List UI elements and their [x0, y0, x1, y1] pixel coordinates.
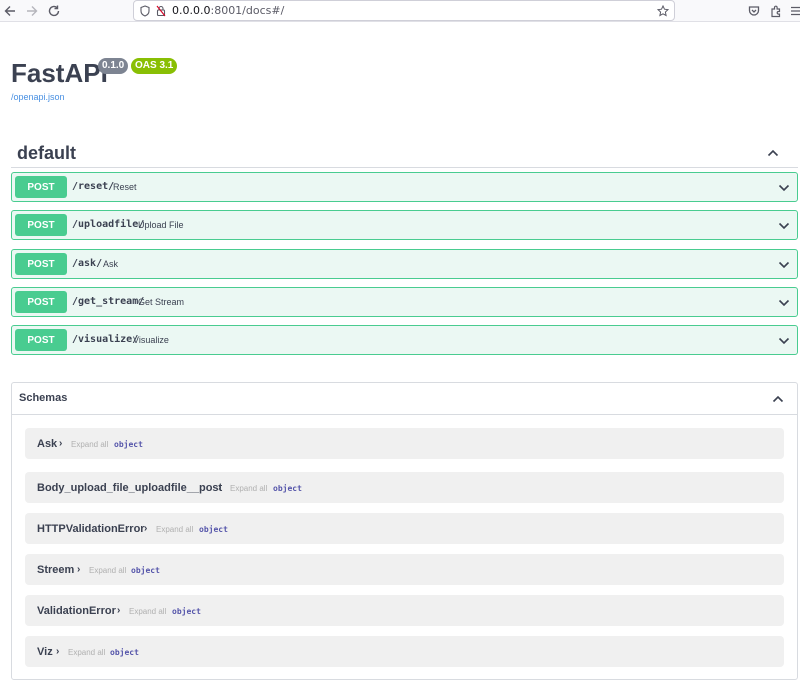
- url-host: 0.0.0.0: [172, 4, 211, 17]
- bookmark-star-icon[interactable]: [656, 4, 670, 18]
- operation-path: /uploadfile/: [72, 219, 145, 230]
- method-badge: POST: [15, 214, 67, 236]
- chevron-right-icon[interactable]: ›: [144, 523, 147, 534]
- chevron-right-icon[interactable]: ›: [59, 438, 62, 449]
- url-bar[interactable]: 0.0.0.0:8001/docs#/: [133, 0, 675, 21]
- operation-uploadfile[interactable]: POST /uploadfile/ Upload File: [11, 210, 798, 240]
- model-type: object: [273, 484, 302, 493]
- schemas-title: Schemas: [19, 392, 68, 404]
- model-viz[interactable]: Viz › Expand all object: [25, 636, 784, 667]
- model-name[interactable]: Viz: [37, 646, 53, 658]
- model-name[interactable]: Ask: [37, 438, 57, 450]
- operation-path: /reset/: [72, 181, 115, 192]
- expand-all-link[interactable]: Expand all: [156, 525, 193, 534]
- model-type: object: [131, 566, 160, 575]
- expand-all-link[interactable]: Expand all: [68, 648, 105, 657]
- model-type: object: [172, 607, 201, 616]
- tracking-shield-icon[interactable]: [138, 4, 152, 18]
- reload-icon[interactable]: [44, 1, 64, 21]
- chevron-right-icon[interactable]: ›: [218, 482, 221, 493]
- operation-summary: Upload File: [138, 220, 184, 230]
- method-badge: POST: [15, 329, 67, 351]
- expand-all-link[interactable]: Expand all: [129, 607, 166, 616]
- chevron-right-icon[interactable]: ›: [77, 564, 80, 575]
- model-name[interactable]: Streem: [37, 564, 74, 576]
- method-badge: POST: [15, 253, 67, 275]
- model-name[interactable]: ValidationError: [37, 605, 116, 617]
- chevron-down-icon[interactable]: [777, 181, 791, 195]
- operation-summary: Visualize: [133, 335, 169, 345]
- operation-summary: Reset: [113, 182, 137, 192]
- model-type: object: [110, 648, 139, 657]
- chevron-down-icon[interactable]: [777, 334, 791, 348]
- chevron-right-icon[interactable]: ›: [56, 646, 59, 657]
- model-http-validation-error[interactable]: HTTPValidationError › Expand all object: [25, 513, 784, 544]
- browser-toolbar: 0.0.0.0:8001/docs#/: [0, 0, 800, 22]
- chevron-right-icon[interactable]: ›: [117, 605, 120, 616]
- back-icon[interactable]: [0, 1, 20, 21]
- expand-all-link[interactable]: Expand all: [89, 566, 126, 575]
- version-badge: 0.1.0: [98, 58, 129, 74]
- operation-ask[interactable]: POST /ask/ Ask: [11, 249, 798, 279]
- method-badge: POST: [15, 176, 67, 198]
- page-info-icon[interactable]: [154, 4, 168, 18]
- model-type: object: [114, 440, 143, 449]
- oas-badge: OAS 3.1: [131, 58, 178, 74]
- chevron-down-icon[interactable]: [777, 296, 791, 310]
- operation-get-stream[interactable]: POST /get_stream/ Get Stream: [11, 287, 798, 317]
- method-badge: POST: [15, 291, 67, 313]
- model-validation-error[interactable]: ValidationError › Expand all object: [25, 595, 784, 626]
- model-ask[interactable]: Ask › Expand all object: [25, 428, 784, 459]
- operation-visualize[interactable]: POST /visualize/ Visualize: [11, 325, 798, 355]
- tag-section-default[interactable]: default: [11, 137, 798, 168]
- operation-path: /get_stream/: [72, 296, 145, 307]
- operation-path: /visualize/: [72, 334, 139, 345]
- model-name[interactable]: HTTPValidationError: [37, 523, 145, 535]
- operation-summary: Get Stream: [138, 297, 185, 307]
- model-name[interactable]: Body_upload_file_uploadfile__post: [37, 482, 222, 494]
- operation-path: /ask/: [72, 258, 103, 269]
- pocket-icon[interactable]: [744, 1, 764, 21]
- tag-title: default: [17, 143, 77, 163]
- model-body-upload-file[interactable]: Body_upload_file_uploadfile__post › Expa…: [25, 472, 784, 503]
- expand-all-link[interactable]: Expand all: [230, 484, 267, 493]
- chevron-up-icon[interactable]: [771, 392, 785, 406]
- schemas-section: Schemas Ask › Expand all object Body_upl…: [11, 382, 798, 680]
- chevron-down-icon[interactable]: [777, 258, 791, 272]
- forward-icon[interactable]: [22, 1, 42, 21]
- chevron-up-icon[interactable]: [766, 146, 780, 160]
- url-text: 0.0.0.0:8001/docs#/: [172, 4, 284, 17]
- operation-summary: Ask: [103, 259, 119, 269]
- model-type: object: [199, 525, 228, 534]
- operation-reset[interactable]: POST /reset/ Reset: [11, 172, 798, 202]
- expand-all-link[interactable]: Expand all: [71, 440, 108, 449]
- chevron-down-icon[interactable]: [777, 219, 791, 233]
- menu-icon[interactable]: [786, 1, 800, 21]
- schemas-header[interactable]: Schemas: [12, 383, 797, 415]
- openapi-json-link[interactable]: /openapi.json: [11, 92, 65, 102]
- url-path: :8001/docs#/: [210, 4, 285, 17]
- model-streem[interactable]: Streem › Expand all object: [25, 554, 784, 585]
- api-title: FastAPI: [11, 58, 108, 88]
- extensions-icon[interactable]: [766, 1, 786, 21]
